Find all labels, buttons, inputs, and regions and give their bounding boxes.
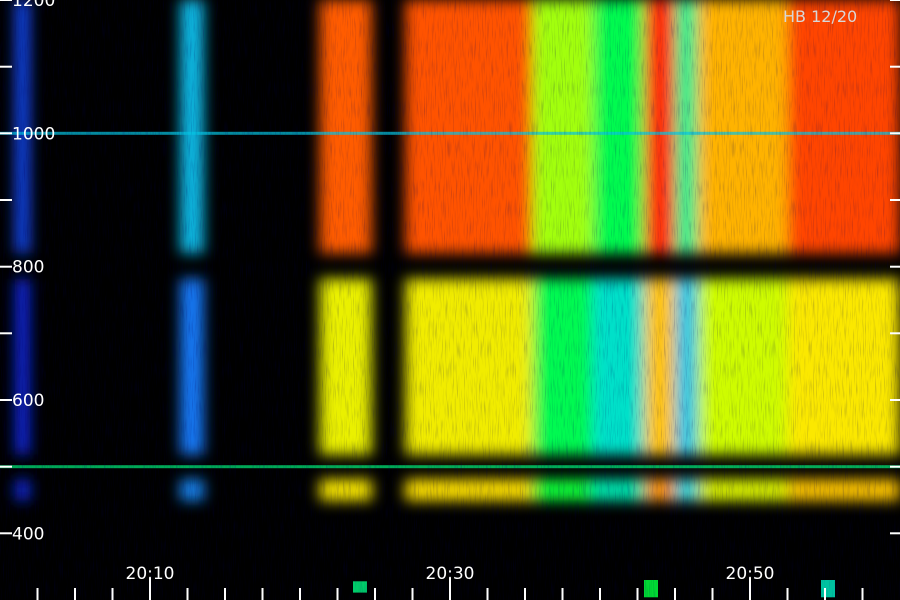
speckle-overlay — [0, 0, 900, 600]
x-tick-label-2050: 20:50 — [726, 564, 775, 584]
y-tick-label-1000: 1000 — [12, 124, 55, 144]
y-tick-label-800: 800 — [12, 258, 44, 278]
spectrogram-chart: 400 600 800 1000 1200 20:10 20:30 20:50 HB 12/… — [0, 0, 900, 600]
y-tick-label-1200: 1200 — [12, 0, 55, 11]
y-tick-label-400: 400 — [12, 524, 44, 544]
x-tick-label-2010: 20:10 — [126, 564, 175, 584]
y-tick-label-600: 600 — [12, 391, 44, 411]
x-tick-label-2030: 20:30 — [426, 564, 475, 584]
corner-label: HB 12/20 — [783, 7, 857, 26]
